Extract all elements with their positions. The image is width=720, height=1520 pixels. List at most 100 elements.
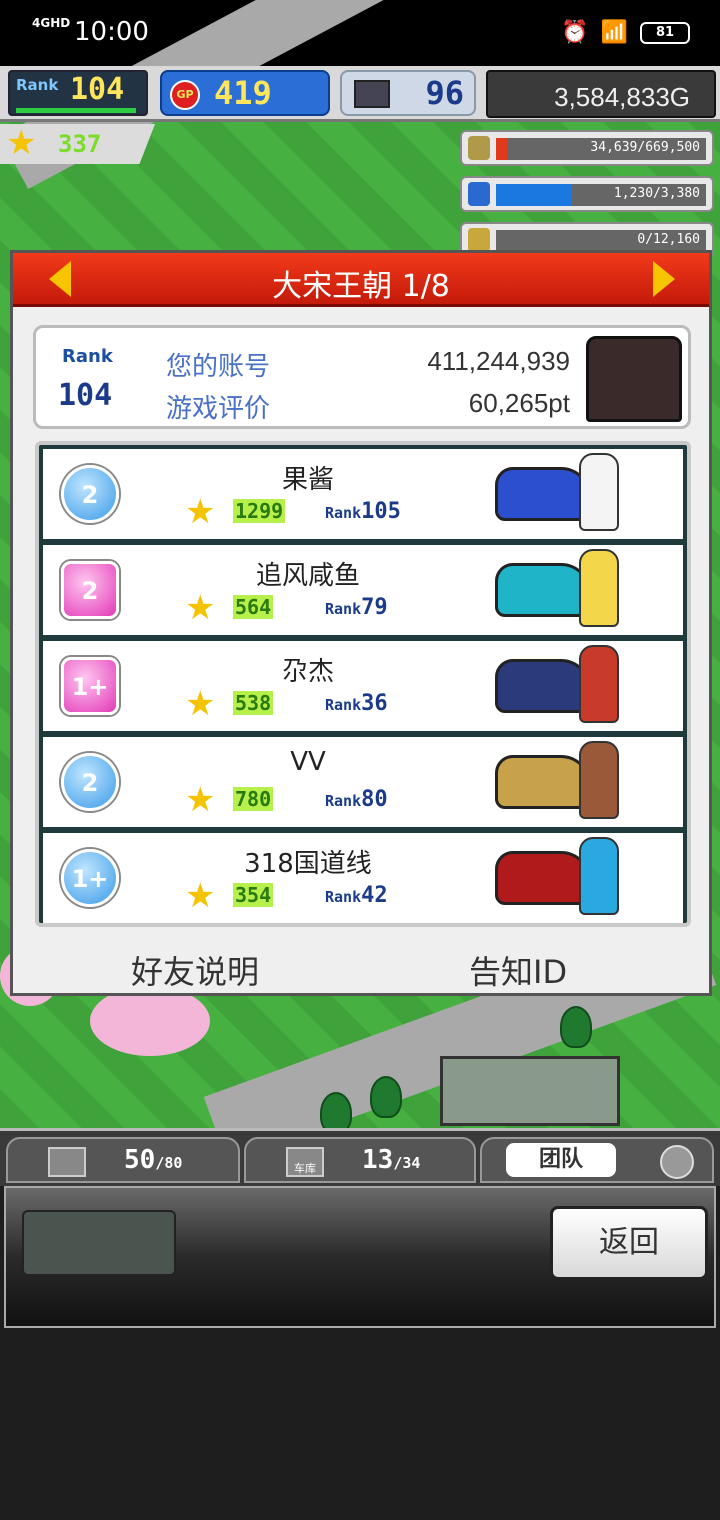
share-id-button[interactable]: 告知ID xyxy=(469,947,567,993)
garage-label: 车库 xyxy=(294,1162,316,1175)
friends-list: 2 果酱 ★ 1299 Rank105 2 追风咸鱼 ★ 564 Rank79 … xyxy=(35,441,691,927)
star-counter[interactable]: ★ 337 xyxy=(0,124,155,164)
friend-rank-label: Rank xyxy=(325,504,362,522)
status-icons: ⏰ 📶 81 xyxy=(561,20,690,45)
friend-level-badge: 2 xyxy=(61,561,119,619)
friend-driver-avatar xyxy=(579,645,619,723)
friend-row[interactable]: 1+ 318国道线 ★ 354 Rank42 xyxy=(43,833,683,923)
status-time: 10:00 xyxy=(74,17,149,47)
tab-storage[interactable]: 50/80 xyxy=(6,1137,240,1183)
wifi-icon: 📶 xyxy=(600,20,628,45)
resource-bar: 34,639/669,500 xyxy=(496,138,706,160)
friend-level-badge: 2 xyxy=(61,753,119,811)
friend-car-avatar xyxy=(495,659,591,713)
friend-level-badge: 1+ xyxy=(61,657,119,715)
garage-max-value: 34 xyxy=(402,1154,421,1172)
friend-stars: 538 xyxy=(233,691,274,715)
friend-rank-label: Rank xyxy=(325,888,362,906)
player-locomotive-avatar xyxy=(586,336,682,422)
star-icon: ★ xyxy=(185,492,216,532)
crate-icon xyxy=(48,1147,86,1177)
my-rank-value: 104 xyxy=(58,378,113,413)
resource-bar: 1,230/3,380 xyxy=(496,184,706,206)
rank-progress-bar xyxy=(16,108,136,113)
my-rank-label: Rank xyxy=(62,346,113,367)
friend-row[interactable]: 2 追风咸鱼 ★ 564 Rank79 xyxy=(43,545,683,635)
fuel-can-icon xyxy=(468,182,490,206)
account-value: 411,244,939 xyxy=(427,346,570,376)
star-icon: ★ xyxy=(185,876,216,916)
my-profile-card: Rank 104 您的账号 411,244,939 游戏评价 60,265pt xyxy=(33,325,691,429)
gold-value: 3,584,833G xyxy=(554,82,690,112)
player-rank[interactable]: Rank 104 xyxy=(8,70,148,116)
tree xyxy=(560,1006,592,1048)
garage-count: 13/34 xyxy=(362,1145,420,1175)
account-label: 您的账号 xyxy=(166,352,271,382)
friend-driver-avatar xyxy=(579,549,619,627)
tree xyxy=(370,1076,402,1118)
signal-icon: 4GHD xyxy=(32,16,71,30)
back-button[interactable]: 返回 xyxy=(550,1206,708,1280)
dialog-header: 大宋王朝 1/8 xyxy=(13,253,709,307)
star-value: 337 xyxy=(58,130,102,158)
empty-slot[interactable] xyxy=(22,1210,176,1276)
next-page-arrow-icon[interactable] xyxy=(653,261,675,297)
friend-rank-value: 42 xyxy=(361,883,388,908)
friend-level-badge: 1+ xyxy=(61,849,119,907)
gold-counter[interactable]: 3,584,833G xyxy=(486,70,716,118)
friend-info-button[interactable]: 好友说明 xyxy=(131,947,259,993)
friend-car-avatar xyxy=(495,467,591,521)
wheat-icon xyxy=(468,228,490,252)
friend-row[interactable]: 2 果酱 ★ 1299 Rank105 xyxy=(43,449,683,539)
storage-value: 50 xyxy=(124,1145,156,1175)
pc-counter[interactable]: 96 xyxy=(340,70,476,116)
storage-max-value: 80 xyxy=(164,1154,183,1172)
friend-name: 318国道线 xyxy=(244,849,372,879)
resource-bar: 0/12,160 xyxy=(496,230,706,252)
friend-car-avatar xyxy=(495,755,591,809)
tab-garage[interactable]: 车库 13/34 xyxy=(244,1137,476,1183)
rank-label: Rank xyxy=(16,76,59,94)
friend-row[interactable]: 2 VV ★ 780 Rank80 xyxy=(43,737,683,827)
tab-team[interactable]: 团队 xyxy=(480,1137,714,1183)
alarm-icon: ⏰ xyxy=(561,20,589,45)
friend-rank: Rank42 xyxy=(325,883,388,908)
star-icon: ★ xyxy=(6,123,37,163)
storage-max: /80 xyxy=(155,1154,183,1172)
friend-rank-label: Rank xyxy=(325,600,362,618)
resource-text: 34,639/669,500 xyxy=(590,140,700,155)
friend-car-avatar xyxy=(495,851,591,905)
friend-rank-label: Rank xyxy=(325,696,362,714)
dialog-title: 大宋王朝 1/8 xyxy=(272,269,450,304)
gp-value: 419 xyxy=(214,74,272,112)
star-icon: ★ xyxy=(185,780,216,820)
friend-rank-value: 80 xyxy=(361,787,388,812)
garage-value: 13 xyxy=(362,1145,394,1175)
garage-car-icon: 车库 xyxy=(286,1147,324,1177)
storage-count: 50/80 xyxy=(124,1145,182,1175)
team-label: 团队 xyxy=(506,1143,616,1177)
friend-name: 追风咸鱼 xyxy=(255,561,360,591)
star-icon: ★ xyxy=(185,684,216,724)
friend-stars: 780 xyxy=(233,787,274,811)
friend-rank-value: 105 xyxy=(361,499,401,524)
resource-fuel[interactable]: 1,230/3,380 xyxy=(460,176,714,212)
friend-driver-avatar xyxy=(579,837,619,915)
friend-row[interactable]: 1+ 尕杰 ★ 538 Rank36 xyxy=(43,641,683,731)
resource-fill-coins xyxy=(496,138,507,160)
friend-stars: 564 xyxy=(233,595,274,619)
friend-rank: Rank105 xyxy=(325,499,401,524)
friend-rank: Rank79 xyxy=(325,595,388,620)
cherry-tree xyxy=(90,986,210,1056)
computer-icon xyxy=(354,80,390,108)
friend-name: 果酱 xyxy=(281,465,334,495)
friend-driver-avatar xyxy=(579,741,619,819)
resource-coins[interactable]: 34,639/669,500 xyxy=(460,130,714,166)
pc-value: 96 xyxy=(425,74,464,112)
friend-stars: 354 xyxy=(233,883,274,907)
friend-car-avatar xyxy=(495,563,591,617)
garage-max: /34 xyxy=(393,1154,421,1172)
friend-rank-value: 36 xyxy=(361,691,388,716)
gp-counter[interactable]: GP 419 xyxy=(160,70,330,116)
friend-rank-label: Rank xyxy=(325,792,362,810)
